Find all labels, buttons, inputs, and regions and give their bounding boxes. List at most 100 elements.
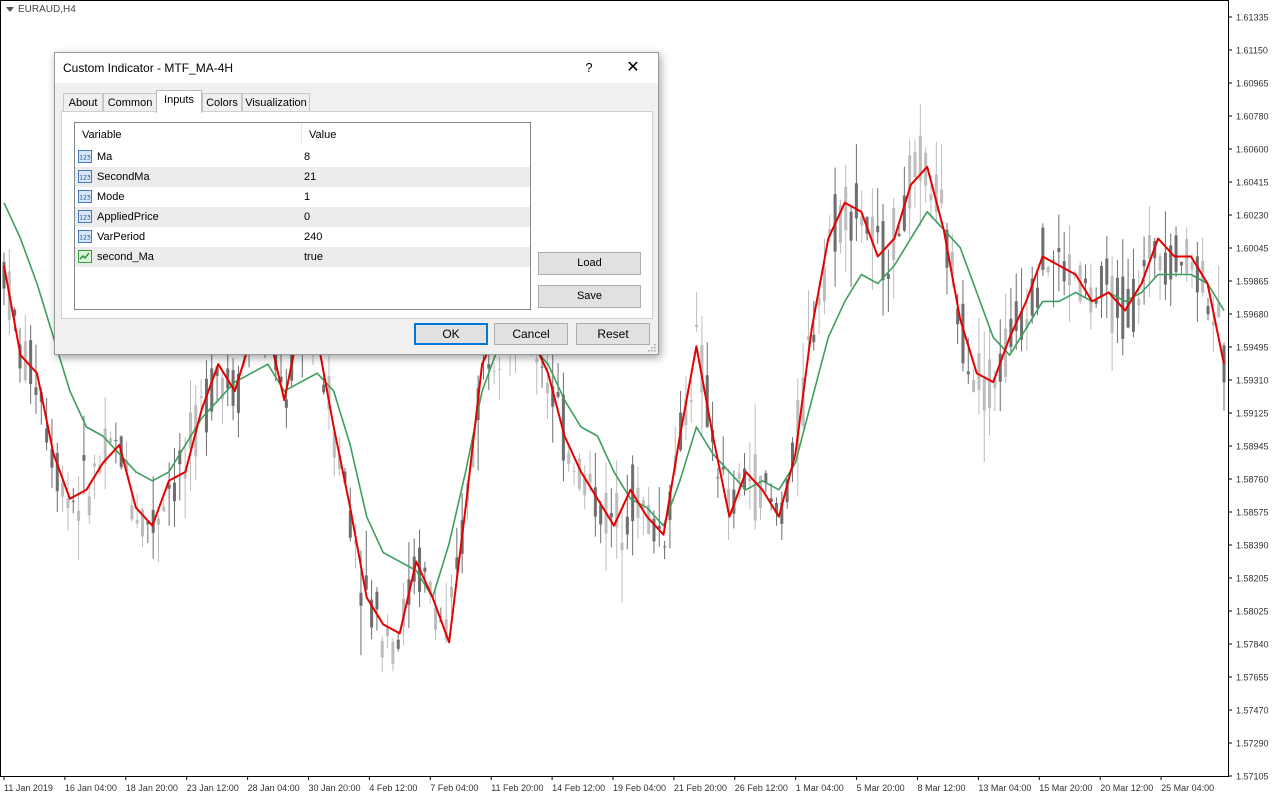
- grid-cell-value[interactable]: 0: [304, 211, 310, 223]
- candle-body: [1163, 252, 1167, 285]
- candle-body: [567, 452, 571, 465]
- candle-body: [913, 152, 917, 178]
- ok-button[interactable]: OK: [414, 323, 488, 345]
- svg-text:123: 123: [79, 175, 91, 182]
- price-axis-label: 1.59125: [1236, 409, 1269, 419]
- candle-body: [620, 542, 624, 551]
- grid-cell-variable: second_Ma: [97, 251, 154, 263]
- reset-button[interactable]: Reset: [576, 323, 650, 345]
- price-axis-label: 1.59310: [1236, 376, 1269, 386]
- price-axis-label: 1.58205: [1236, 574, 1269, 584]
- price-axis-label: 1.59865: [1236, 277, 1269, 287]
- grid-row[interactable]: 123 Ma 8: [75, 147, 530, 167]
- candle-body: [29, 340, 33, 385]
- grid-header-variable[interactable]: Variable: [82, 129, 122, 141]
- candle-body: [162, 506, 166, 512]
- integer-icon: 123: [78, 230, 92, 243]
- grid-row[interactable]: 123 Mode 1: [75, 187, 530, 207]
- candle-body: [1147, 234, 1151, 259]
- time-axis-label: 19 Feb 04:00: [613, 783, 666, 793]
- candle-body: [689, 400, 693, 402]
- tab-inputs[interactable]: Inputs: [156, 90, 202, 113]
- grid-cell-value[interactable]: true: [304, 251, 323, 263]
- grid-cell-value[interactable]: 8: [304, 151, 310, 163]
- grid-row[interactable]: 123 AppliedPrice 0: [75, 207, 530, 227]
- time-axis-label: 25 Mar 04:00: [1161, 783, 1214, 793]
- candle-body: [1057, 248, 1061, 253]
- price-axis-label: 1.60045: [1236, 244, 1269, 254]
- candle-body: [497, 368, 501, 370]
- candle-body: [988, 359, 992, 409]
- integer-icon: 123: [78, 170, 92, 183]
- load-button[interactable]: Load: [538, 252, 641, 275]
- tab-common[interactable]: Common: [103, 93, 157, 112]
- chart-symbol-label[interactable]: EURAUD,H4: [6, 4, 76, 15]
- dropdown-triangle-icon[interactable]: [6, 6, 14, 12]
- time-axis-label: 26 Feb 12:00: [735, 783, 788, 793]
- candle-body: [535, 358, 539, 363]
- cancel-button[interactable]: Cancel: [494, 323, 568, 345]
- candle-body: [540, 366, 544, 368]
- dialog-titlebar[interactable]: Custom Indicator - MTF_MA-4H ? ✕: [55, 53, 658, 83]
- time-axis-label: 18 Jan 20:00: [126, 783, 178, 793]
- candle-body: [977, 353, 981, 391]
- grid-row[interactable]: 123 SecondMa 21: [75, 167, 530, 187]
- candle-body: [375, 591, 379, 610]
- save-button[interactable]: Save: [538, 285, 641, 308]
- help-button[interactable]: ?: [577, 57, 601, 79]
- price-axis-label: 1.60415: [1236, 178, 1269, 188]
- candle-body: [695, 324, 699, 328]
- grid-cell-value[interactable]: 21: [304, 171, 316, 183]
- svg-text:123: 123: [79, 235, 91, 242]
- grid-row[interactable]: second_Ma true: [75, 247, 530, 267]
- inputs-grid: Variable Value 123 Ma 8 123 SecondMa 21 123 Mod…: [74, 122, 531, 310]
- candle-body: [1046, 267, 1050, 273]
- grid-cell-value[interactable]: 240: [304, 231, 322, 243]
- time-axis-label: 16 Jan 04:00: [65, 783, 117, 793]
- price-axis-label: 1.61335: [1236, 13, 1269, 23]
- dialog-title: Custom Indicator - MTF_MA-4H: [63, 61, 234, 75]
- candle-body: [1083, 278, 1087, 284]
- candle-body: [396, 639, 400, 649]
- candle-body: [1142, 260, 1146, 267]
- inputs-tab-panel: Variable Value 123 Ma 8 123 SecondMa 21 123 Mod…: [61, 111, 653, 319]
- grid-cell-value[interactable]: 1: [304, 191, 310, 203]
- grid-header-value[interactable]: Value: [309, 129, 336, 141]
- candle-body: [199, 396, 203, 399]
- candle-body: [188, 412, 192, 449]
- candle-body: [1211, 321, 1215, 326]
- candle-body: [886, 274, 890, 279]
- candle-body: [135, 519, 139, 524]
- candle-body: [82, 455, 86, 461]
- chart-symbol-text: EURAUD,H4: [18, 4, 76, 15]
- candle-body: [1036, 287, 1040, 308]
- price-axis-label: 1.60600: [1236, 145, 1269, 155]
- resize-grip-icon[interactable]: [647, 343, 656, 352]
- tab-about[interactable]: About: [63, 93, 103, 112]
- candle-body: [593, 487, 597, 517]
- candle-body: [1195, 256, 1199, 293]
- integer-icon: 123: [78, 210, 92, 223]
- price-axis-label: 1.58760: [1236, 475, 1269, 485]
- close-icon[interactable]: ✕: [621, 57, 645, 79]
- tab-visualization[interactable]: Visualization: [242, 93, 310, 112]
- time-axis-label: 28 Jan 04:00: [248, 783, 300, 793]
- integer-icon: 123: [78, 190, 92, 203]
- candle-body: [93, 463, 97, 467]
- column-separator[interactable]: [301, 123, 302, 145]
- candle-body: [1099, 265, 1103, 298]
- price-axis-label: 1.60965: [1236, 79, 1269, 89]
- candle-body: [599, 504, 603, 525]
- tab-colors[interactable]: Colors: [202, 93, 242, 112]
- grid-header: Variable Value: [75, 123, 530, 145]
- candle-body: [1041, 227, 1045, 270]
- candle-body: [982, 378, 986, 411]
- candle-body: [492, 370, 496, 372]
- candle-body: [87, 496, 91, 516]
- grid-row[interactable]: 123 VarPeriod 240: [75, 227, 530, 247]
- integer-icon: 123: [78, 150, 92, 163]
- svg-text:123: 123: [79, 155, 91, 162]
- grid-cell-variable: AppliedPrice: [97, 211, 159, 223]
- price-axis-label: 1.58575: [1236, 508, 1269, 518]
- candle-body: [109, 438, 113, 443]
